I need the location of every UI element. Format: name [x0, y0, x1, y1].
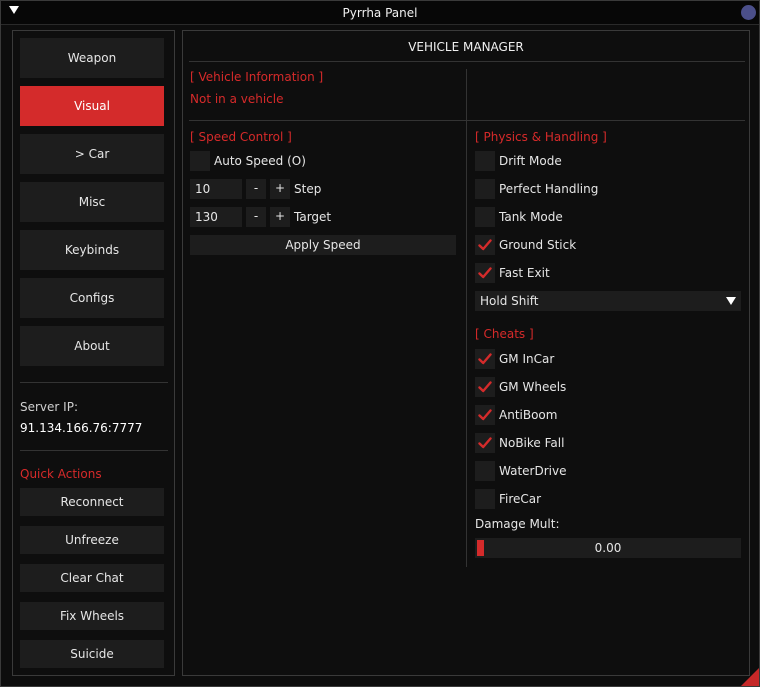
step-label: Step: [294, 182, 322, 196]
quick-actions-heading: Quick Actions: [20, 467, 102, 481]
physics-heading: [ Physics & Handling ]: [475, 130, 607, 144]
target-increment-button[interactable]: +: [270, 207, 290, 227]
fix-wheels-button[interactable]: Fix Wheels: [20, 602, 164, 630]
window-title: Pyrrha Panel: [342, 6, 418, 20]
suicide-button[interactable]: Suicide: [20, 640, 164, 668]
nav-keybinds-button[interactable]: Keybinds: [20, 230, 164, 270]
checkbox-box[interactable]: [475, 461, 495, 481]
step-increment-button[interactable]: +: [270, 179, 290, 199]
divider: [189, 120, 745, 121]
checkbox-box[interactable]: [475, 263, 495, 283]
checkbox-box[interactable]: [475, 207, 495, 227]
checkbox-label: Perfect Handling: [499, 182, 599, 196]
divider: [20, 382, 168, 383]
checkbox-box[interactable]: [475, 235, 495, 255]
checkbox-label: GM Wheels: [499, 380, 567, 394]
checkbox-box[interactable]: [475, 377, 495, 397]
damage-mult-label: Damage Mult:: [475, 517, 560, 531]
column-divider: [466, 69, 467, 567]
damage-mult-value: 0.00: [594, 541, 622, 555]
checkbox-label: WaterDrive: [499, 464, 567, 478]
checkbox-box[interactable]: [475, 349, 495, 369]
unfreeze-button[interactable]: Unfreeze: [20, 526, 164, 554]
checkbox-box[interactable]: [475, 151, 495, 171]
target-input[interactable]: 130: [190, 207, 242, 227]
nav-misc-button[interactable]: Misc: [20, 182, 164, 222]
nav-configs-button[interactable]: Configs: [20, 278, 164, 318]
exit-key-dropdown[interactable]: Hold Shift: [475, 291, 741, 311]
server-ip-label: Server IP:: [20, 400, 78, 414]
auto-speed-label: Auto Speed (O): [214, 154, 306, 168]
checkbox-label: Fast Exit: [499, 266, 550, 280]
server-ip-value: 91.134.166.76:7777: [20, 421, 143, 435]
checkbox-box[interactable]: [475, 179, 495, 199]
nav-weapon-button[interactable]: Weapon: [20, 38, 164, 78]
checkbox-label: Tank Mode: [499, 210, 563, 224]
reconnect-button[interactable]: Reconnect: [20, 488, 164, 516]
sidebar: Weapon Visual > Car Misc Keybinds Config…: [12, 30, 175, 676]
step-input[interactable]: 10: [190, 179, 242, 199]
pyrrha-panel-window: Pyrrha Panel Weapon Visual > Car Misc Ke…: [0, 0, 760, 687]
divider: [20, 450, 168, 451]
nav-about-button[interactable]: About: [20, 326, 164, 366]
checkbox-label: NoBike Fall: [499, 436, 565, 450]
checkbox-label: AntiBoom: [499, 408, 558, 422]
checkbox-label: GM InCar: [499, 352, 555, 366]
vehicle-info-heading: [ Vehicle Information ]: [190, 70, 324, 84]
checkbox-label: Drift Mode: [499, 154, 562, 168]
checkbox-box[interactable]: [190, 151, 210, 171]
target-decrement-button[interactable]: -: [246, 207, 266, 227]
cheats-heading: [ Cheats ]: [475, 327, 534, 341]
clear-chat-button[interactable]: Clear Chat: [20, 564, 164, 592]
checkbox-box[interactable]: [475, 433, 495, 453]
target-label: Target: [294, 210, 332, 224]
checkbox-box[interactable]: [475, 489, 495, 509]
damage-mult-slider[interactable]: 0.00: [475, 538, 741, 558]
vehicle-status-text: Not in a vehicle: [190, 92, 284, 106]
vehicle-manager-panel: VEHICLE MANAGER [ Vehicle Information ] …: [182, 30, 750, 676]
checkbox-label: FireCar: [499, 492, 542, 506]
apply-speed-button[interactable]: Apply Speed: [190, 235, 456, 255]
nav-car-button[interactable]: > Car: [20, 134, 164, 174]
slider-grab[interactable]: [477, 540, 484, 556]
title-bar[interactable]: Pyrrha Panel: [1, 1, 759, 25]
exit-key-value: Hold Shift: [480, 294, 539, 308]
speed-control-heading: [ Speed Control ]: [190, 130, 292, 144]
checkbox-label: Ground Stick: [499, 238, 577, 252]
nav-visual-button[interactable]: Visual: [20, 86, 164, 126]
step-decrement-button[interactable]: -: [246, 179, 266, 199]
checkbox-box[interactable]: [475, 405, 495, 425]
chevron-down-icon: [726, 297, 736, 305]
divider: [189, 61, 745, 62]
resize-grip-icon[interactable]: [741, 668, 759, 686]
panel-title: VEHICLE MANAGER: [408, 40, 524, 54]
close-icon[interactable]: [741, 5, 756, 20]
